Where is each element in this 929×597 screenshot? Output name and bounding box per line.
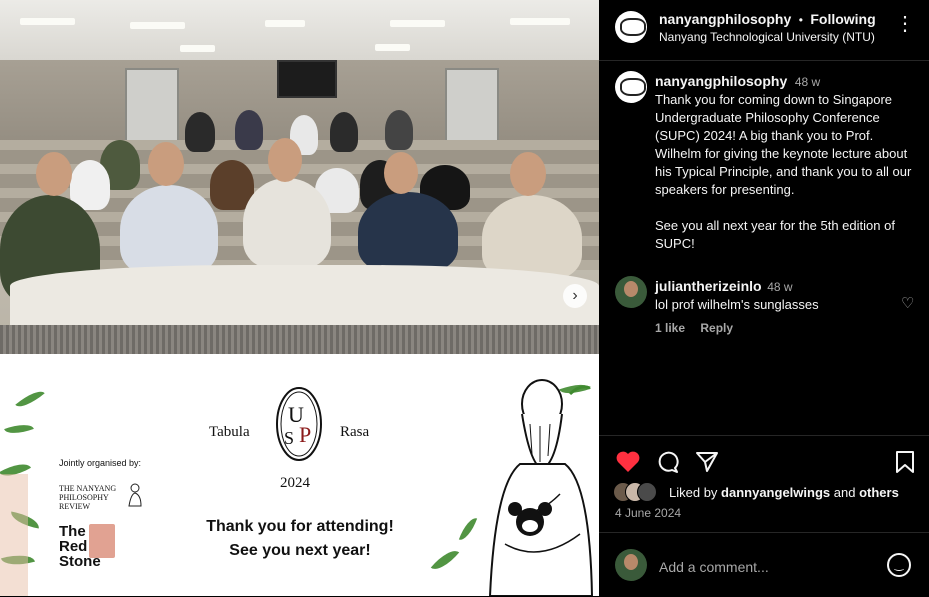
caption-time: 48 w bbox=[794, 75, 821, 89]
comment-text: lol prof wilhelm's sunglasses bbox=[655, 297, 819, 312]
current-user-avatar bbox=[615, 549, 647, 581]
poster-year: 2024 bbox=[280, 475, 310, 491]
thanks-line-1: Thank you for attending! bbox=[206, 518, 394, 535]
carousel-next-icon[interactable]: › bbox=[563, 284, 587, 308]
post-header: nanyangphilosophy • Following Nanyang Te… bbox=[599, 0, 929, 61]
ceiling-light bbox=[180, 45, 215, 52]
caption-avatar[interactable] bbox=[615, 71, 647, 103]
wall-tv bbox=[277, 60, 337, 98]
header-title-row: nanyangphilosophy • Following bbox=[659, 11, 876, 29]
emoji-icon[interactable]: ‿ bbox=[887, 553, 911, 577]
svg-text:S: S bbox=[284, 428, 294, 448]
caption-text: Thank you for coming down to Singapore U… bbox=[655, 92, 912, 197]
header-separator: • bbox=[798, 13, 803, 27]
tabula-word: Tabula bbox=[209, 424, 250, 440]
person bbox=[235, 110, 263, 150]
save-bookmark-icon[interactable] bbox=[895, 450, 915, 474]
npr-logo: THE NANYANG PHILOSOPHY REVIEW bbox=[59, 482, 149, 512]
ceiling-light bbox=[130, 22, 185, 29]
person bbox=[120, 185, 218, 275]
location-link[interactable]: Nanyang Technological University (NTU) bbox=[659, 30, 875, 44]
comment-icon[interactable] bbox=[655, 450, 679, 474]
likes-prefix: Liked by bbox=[669, 485, 718, 500]
door bbox=[445, 68, 499, 142]
comment-likes[interactable]: 1 like bbox=[655, 321, 685, 335]
person bbox=[185, 112, 215, 152]
leaf-decoration bbox=[4, 419, 34, 439]
likes-others[interactable]: others bbox=[859, 485, 899, 500]
ceiling-light bbox=[265, 20, 305, 27]
post-side-panel: nanyangphilosophy • Following Nanyang Te… bbox=[599, 0, 929, 596]
ceiling bbox=[0, 0, 599, 60]
person bbox=[358, 192, 458, 272]
comment-like-icon[interactable]: ♡ bbox=[901, 294, 914, 312]
logo-mark bbox=[620, 78, 646, 96]
ceiling-light bbox=[375, 44, 410, 51]
face bbox=[384, 152, 418, 194]
philosopher-statue-drawing bbox=[488, 379, 594, 596]
current-user-face bbox=[624, 554, 638, 570]
comment-username[interactable]: juliantherizeinlo bbox=[655, 278, 762, 294]
organiser-label: Jointly organised by: bbox=[59, 458, 142, 468]
person bbox=[243, 178, 331, 268]
liked-heart-icon[interactable] bbox=[615, 450, 641, 474]
profile-avatar[interactable] bbox=[615, 11, 647, 43]
likes-user[interactable]: dannyangelwings bbox=[721, 485, 830, 500]
commenter-face bbox=[624, 281, 638, 297]
face bbox=[268, 138, 302, 182]
caption-username[interactable]: nanyangphilosophy bbox=[655, 73, 787, 89]
reply-button[interactable]: Reply bbox=[700, 321, 733, 335]
person bbox=[330, 112, 358, 152]
svg-text:P: P bbox=[299, 422, 311, 447]
column-decoration bbox=[0, 474, 28, 596]
likes-summary: Liked by dannyangelwings and others bbox=[669, 485, 899, 500]
person bbox=[385, 110, 413, 150]
thinker-icon bbox=[128, 483, 142, 507]
post-date: 4 June 2024 bbox=[615, 506, 682, 520]
npr-name: THE NANYANG PHILOSOPHY REVIEW bbox=[59, 484, 117, 511]
comment-meta: 1 like Reply bbox=[655, 321, 733, 335]
red-stone-logo: The Red Stone bbox=[59, 524, 119, 569]
desk-front bbox=[0, 325, 599, 354]
more-options-icon[interactable]: ⋮ bbox=[895, 14, 916, 34]
logo-mark bbox=[620, 18, 646, 36]
liker-avatar bbox=[637, 482, 657, 502]
comment: juliantherizeinlo 48 w lol prof wilhelm'… bbox=[655, 277, 885, 314]
share-icon[interactable] bbox=[695, 450, 719, 474]
ceiling-light bbox=[20, 18, 75, 25]
ceiling-light bbox=[390, 20, 445, 27]
supc-logo: U S P bbox=[276, 387, 322, 461]
thanks-line-2: See you next year! bbox=[229, 542, 371, 559]
caption: nanyangphilosophy 48 w Thank you for com… bbox=[655, 72, 920, 253]
caption-text-2: See you all next year for the 5th editio… bbox=[655, 218, 895, 251]
leaf-decoration bbox=[15, 385, 45, 413]
post-media[interactable]: › Jointly organised by: THE NANYANG PHIL… bbox=[0, 0, 599, 596]
ceiling-light bbox=[510, 18, 570, 25]
person bbox=[482, 195, 582, 280]
red-stone-name: The Red Stone bbox=[59, 523, 101, 570]
comment-time: 48 w bbox=[767, 280, 793, 294]
commenter-avatar[interactable] bbox=[615, 276, 647, 308]
header-username[interactable]: nanyangphilosophy bbox=[659, 11, 791, 27]
rasa-word: Rasa bbox=[340, 424, 370, 440]
face bbox=[36, 152, 72, 196]
poster-thanks: Thank you for attending! See you next ye… bbox=[160, 515, 440, 563]
face bbox=[510, 152, 546, 196]
add-comment-input[interactable]: Add a comment... bbox=[659, 559, 769, 575]
group-photo: › bbox=[0, 0, 599, 354]
add-comment-bar: Add a comment... ‿ bbox=[599, 532, 929, 597]
door bbox=[125, 68, 179, 142]
conference-poster: Jointly organised by: THE NANYANG PHILOS… bbox=[0, 354, 599, 596]
likes-and: and bbox=[833, 485, 856, 500]
face bbox=[148, 142, 184, 186]
following-button[interactable]: Following bbox=[810, 11, 875, 27]
